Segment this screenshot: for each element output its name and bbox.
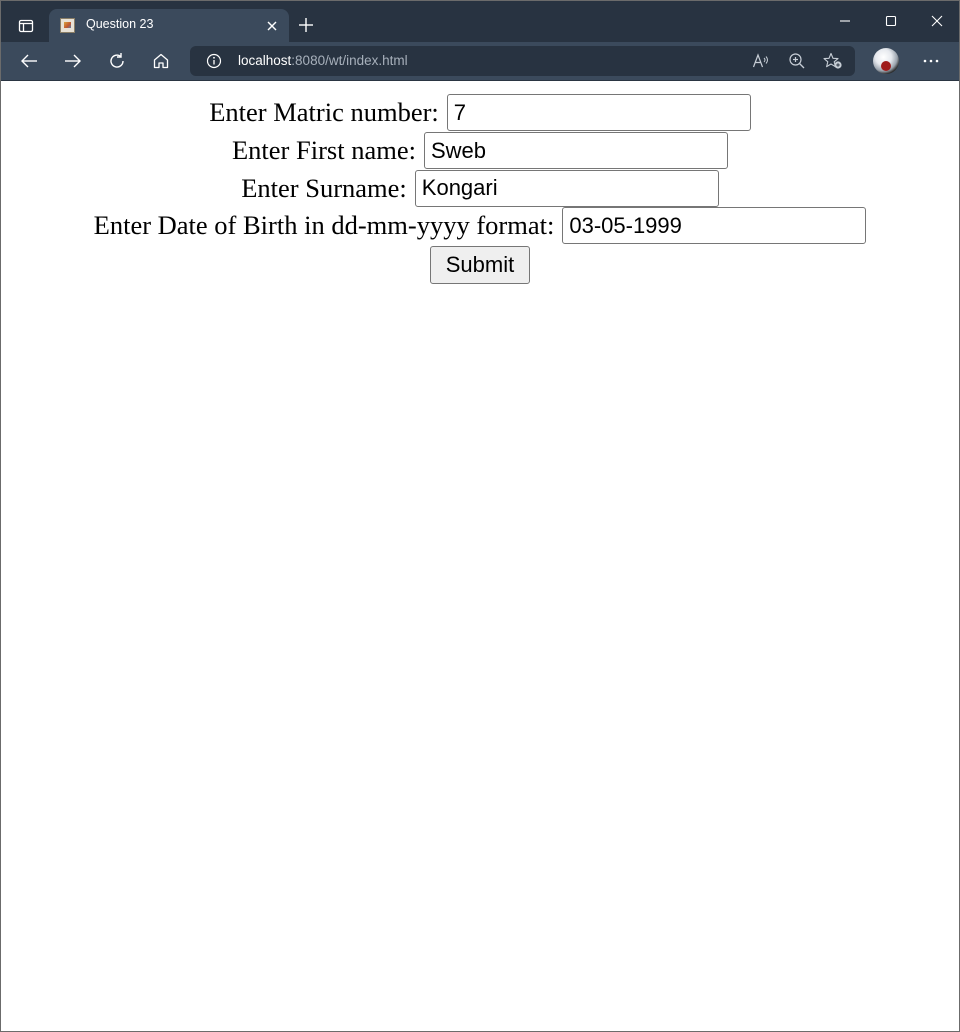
dob-input[interactable] bbox=[562, 207, 867, 245]
forward-button[interactable] bbox=[61, 50, 85, 72]
reload-button[interactable] bbox=[105, 50, 129, 72]
home-button[interactable] bbox=[149, 50, 173, 72]
url-text[interactable]: localhost:8080/wt/index.html bbox=[238, 53, 408, 68]
title-bar: Question 23 bbox=[1, 1, 959, 42]
zoom-in-icon[interactable] bbox=[787, 52, 807, 70]
navigation-bar: localhost:8080/wt/index.html bbox=[1, 42, 959, 81]
tab-question-23[interactable]: Question 23 bbox=[49, 9, 289, 42]
surname-label: Enter Surname: bbox=[241, 172, 407, 203]
arrow-left-icon bbox=[21, 54, 37, 68]
star-add-icon[interactable] bbox=[823, 52, 843, 70]
back-button[interactable] bbox=[17, 50, 41, 72]
home-icon bbox=[153, 53, 169, 69]
plus-icon bbox=[299, 18, 313, 32]
maximize-button[interactable] bbox=[877, 9, 905, 33]
student-form: Enter Matric number: Enter First name: E… bbox=[1, 94, 959, 285]
page-content: Enter Matric number: Enter First name: E… bbox=[1, 81, 959, 1031]
new-tab-button[interactable] bbox=[295, 14, 317, 36]
reload-icon bbox=[110, 53, 124, 68]
first-name-label: Enter First name: bbox=[232, 135, 416, 166]
minimize-icon bbox=[840, 20, 850, 22]
minimize-button[interactable] bbox=[831, 9, 859, 33]
window-menu-icon[interactable] bbox=[15, 15, 37, 37]
maximize-icon bbox=[885, 15, 897, 27]
surname-input[interactable] bbox=[414, 169, 719, 207]
first-name-input[interactable] bbox=[424, 132, 728, 170]
arrow-right-icon bbox=[65, 54, 81, 68]
favicon-icon bbox=[60, 18, 75, 33]
matric-row: Enter Matric number: bbox=[1, 94, 959, 132]
dob-label: Enter Date of Birth in dd-mm-yyyy format… bbox=[93, 210, 555, 241]
url-host: localhost bbox=[238, 53, 292, 68]
dob-row: Enter Date of Birth in dd-mm-yyyy format… bbox=[1, 207, 959, 245]
url-path: :8080/wt/index.html bbox=[291, 53, 408, 68]
tab-title: Question 23 bbox=[86, 17, 154, 31]
address-bar[interactable]: localhost:8080/wt/index.html bbox=[190, 46, 855, 76]
read-aloud-icon[interactable] bbox=[751, 52, 771, 70]
avatar[interactable] bbox=[873, 48, 899, 74]
browser-window: Question 23 localhost:8080/wt/index.html… bbox=[0, 0, 960, 1032]
first-name-row: Enter First name: bbox=[1, 132, 959, 170]
submit-row: Submit bbox=[1, 245, 959, 285]
matric-label: Enter Matric number: bbox=[209, 97, 439, 128]
tab-close-icon[interactable] bbox=[263, 17, 281, 35]
surname-row: Enter Surname: bbox=[1, 169, 959, 207]
more-dots-icon bbox=[923, 59, 939, 63]
more-button[interactable] bbox=[919, 50, 943, 72]
close-window-button[interactable] bbox=[923, 9, 951, 33]
matric-input[interactable] bbox=[446, 94, 751, 132]
info-icon[interactable] bbox=[206, 53, 222, 69]
close-icon bbox=[931, 15, 943, 27]
submit-button[interactable]: Submit bbox=[430, 246, 530, 285]
